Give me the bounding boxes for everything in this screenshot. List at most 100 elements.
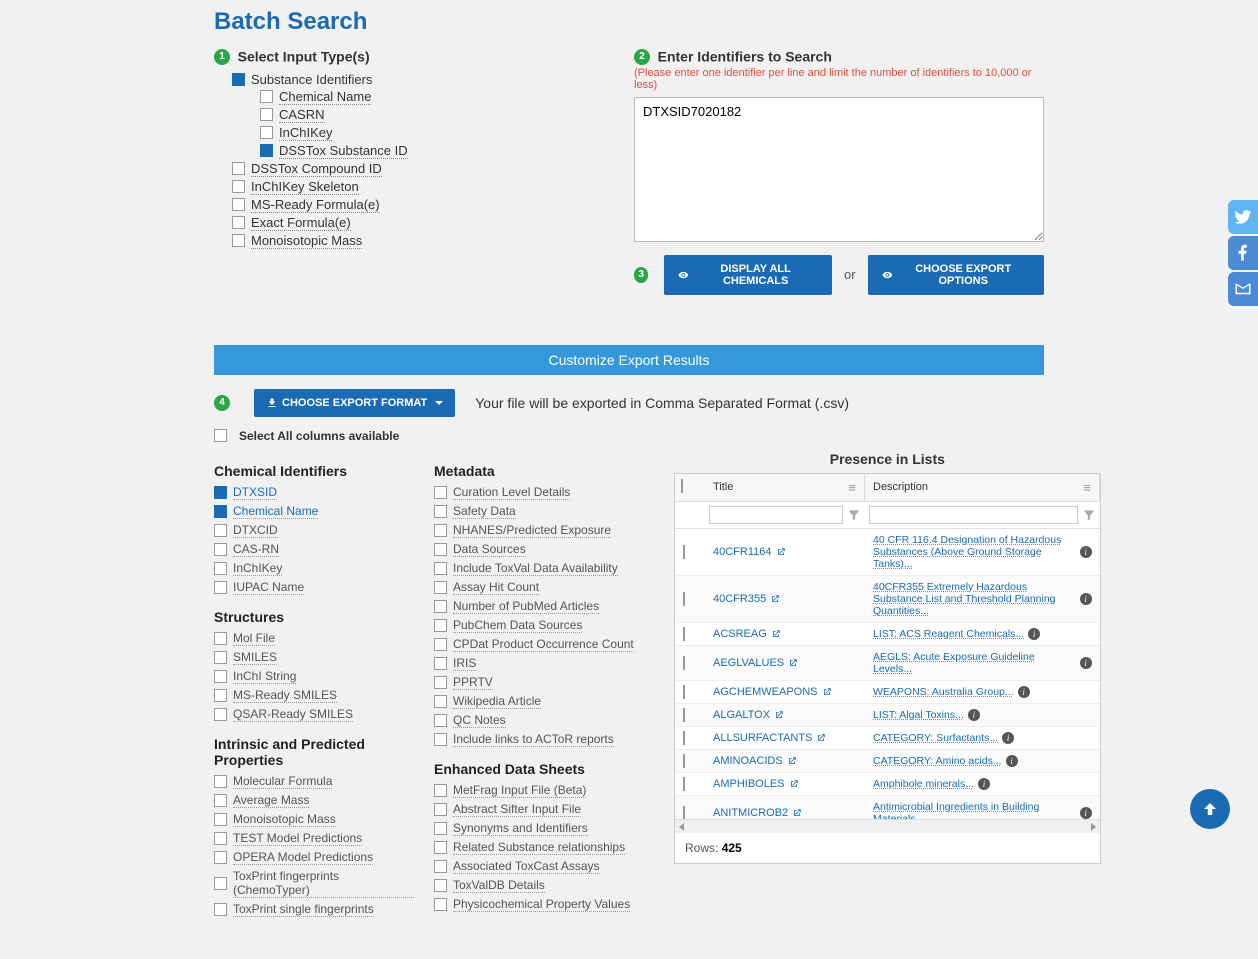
input-type-inchikey[interactable]: InChIKey: [260, 124, 594, 142]
checkbox[interactable]: [434, 657, 447, 670]
column-option[interactable]: Chemical Name: [214, 502, 414, 521]
checkbox[interactable]: [214, 651, 227, 664]
grid-row-checkbox[interactable]: [675, 588, 705, 610]
input-type-substance-identifiers[interactable]: Substance Identifiers: [232, 71, 594, 88]
column-option[interactable]: CAS-RN: [214, 540, 414, 559]
input-type-inchikey-skeleton[interactable]: InChIKey Skeleton: [232, 178, 594, 196]
grid-row-checkbox[interactable]: [675, 623, 705, 645]
checkbox[interactable]: [434, 803, 447, 816]
share-email-button[interactable]: [1228, 272, 1258, 306]
checkbox[interactable]: [214, 813, 227, 826]
column-option[interactable]: Include ToxVal Data Availability: [434, 559, 654, 578]
column-option[interactable]: Related Substance relationships: [434, 838, 654, 857]
grid-row-title[interactable]: 40CFR355: [705, 588, 865, 610]
checkbox[interactable]: [214, 670, 227, 683]
checkbox[interactable]: [214, 543, 227, 556]
grid-row-title[interactable]: AGCHEMWEAPONS: [705, 681, 865, 703]
grid-row-checkbox[interactable]: [675, 681, 705, 703]
column-option[interactable]: ToxValDB Details: [434, 876, 654, 895]
input-type-casrn[interactable]: CASRN: [260, 106, 594, 124]
checkbox[interactable]: [434, 879, 447, 892]
checkbox[interactable]: [260, 144, 273, 157]
column-option[interactable]: DTXSID: [214, 483, 414, 502]
column-option[interactable]: NHANES/Predicted Exposure: [434, 521, 654, 540]
grid-select-all-checkbox[interactable]: [675, 474, 705, 501]
select-all-columns[interactable]: Select All columns available: [214, 429, 1044, 443]
grid-row-title[interactable]: ALGALTOX: [705, 704, 865, 726]
column-option[interactable]: IUPAC Name: [214, 578, 414, 597]
grid-header-description[interactable]: Description≡: [865, 474, 1100, 501]
checkbox[interactable]: [434, 860, 447, 873]
column-option[interactable]: SMILES: [214, 648, 414, 667]
checkbox[interactable]: [232, 234, 245, 247]
info-icon[interactable]: i: [1018, 686, 1030, 698]
grid-row-title[interactable]: 40CFR1164: [705, 541, 865, 563]
grid-row-title[interactable]: AMINOACIDS: [705, 750, 865, 772]
choose-export-format-button[interactable]: CHOOSE EXPORT FORMAT: [254, 389, 455, 417]
input-type-chemical-name[interactable]: Chemical Name: [260, 88, 594, 106]
funnel-icon[interactable]: [847, 508, 861, 522]
column-option[interactable]: IRIS: [434, 654, 654, 673]
info-icon[interactable]: i: [978, 778, 990, 790]
info-icon[interactable]: i: [1080, 657, 1092, 669]
grid-row-checkbox[interactable]: [675, 802, 705, 819]
menu-icon[interactable]: ≡: [1083, 480, 1091, 495]
checkbox[interactable]: [434, 581, 447, 594]
input-type-monoisotopic-mass[interactable]: Monoisotopic Mass: [232, 232, 594, 250]
checkbox[interactable]: [214, 851, 227, 864]
column-option[interactable]: Monoisotopic Mass: [214, 810, 414, 829]
grid-row-checkbox[interactable]: [675, 652, 705, 674]
grid-filter-desc-input[interactable]: [869, 506, 1078, 524]
input-type-dsstox-substance-id[interactable]: DSSTox Substance ID: [260, 142, 594, 160]
checkbox[interactable]: [214, 524, 227, 537]
column-option[interactable]: Synonyms and Identifiers: [434, 819, 654, 838]
checkbox[interactable]: [214, 877, 227, 890]
funnel-icon[interactable]: [1082, 508, 1096, 522]
column-option[interactable]: DTXCID: [214, 521, 414, 540]
share-facebook-button[interactable]: [1228, 236, 1258, 270]
checkbox[interactable]: [434, 486, 447, 499]
grid-header-title[interactable]: Title≡: [705, 474, 865, 501]
checkbox[interactable]: [260, 90, 273, 103]
grid-row-checkbox[interactable]: [675, 750, 705, 772]
checkbox[interactable]: [232, 216, 245, 229]
grid-row-checkbox[interactable]: [675, 704, 705, 726]
checkbox[interactable]: [434, 600, 447, 613]
checkbox[interactable]: [214, 794, 227, 807]
column-option[interactable]: TEST Model Predictions: [214, 829, 414, 848]
column-option[interactable]: Average Mass: [214, 791, 414, 810]
checkbox[interactable]: [434, 619, 447, 632]
checkbox[interactable]: [232, 198, 245, 211]
checkbox[interactable]: [434, 898, 447, 911]
back-to-top-button[interactable]: [1190, 789, 1230, 829]
column-option[interactable]: Associated ToxCast Assays: [434, 857, 654, 876]
grid-horizontal-scrollbar[interactable]: [675, 819, 1100, 833]
column-option[interactable]: Physicochemical Property Values: [434, 895, 654, 914]
checkbox[interactable]: [232, 180, 245, 193]
checkbox[interactable]: [434, 841, 447, 854]
column-option[interactable]: Data Sources: [434, 540, 654, 559]
share-twitter-button[interactable]: [1228, 200, 1258, 234]
column-option[interactable]: PPRTV: [434, 673, 654, 692]
input-type-ms-ready-formula[interactable]: MS-Ready Formula(e): [232, 196, 594, 214]
column-option[interactable]: ToxPrint single fingerprints: [214, 900, 414, 919]
column-option[interactable]: Wikipedia Article: [434, 692, 654, 711]
column-option[interactable]: QC Notes: [434, 711, 654, 730]
checkbox[interactable]: [434, 822, 447, 835]
checkbox[interactable]: [214, 562, 227, 575]
column-option[interactable]: MetFrag Input File (Beta): [434, 781, 654, 800]
checkbox[interactable]: [434, 714, 447, 727]
column-option[interactable]: MS-Ready SMILES: [214, 686, 414, 705]
info-icon[interactable]: i: [968, 709, 980, 721]
grid-row-checkbox[interactable]: [675, 727, 705, 749]
checkbox[interactable]: [214, 581, 227, 594]
grid-row-checkbox[interactable]: [675, 541, 705, 563]
column-option[interactable]: Include links to ACToR reports: [434, 730, 654, 749]
checkbox[interactable]: [434, 695, 447, 708]
checkbox[interactable]: [232, 162, 245, 175]
checkbox[interactable]: [214, 708, 227, 721]
info-icon[interactable]: i: [1028, 628, 1040, 640]
input-type-dsstox-compound-id[interactable]: DSSTox Compound ID: [232, 160, 594, 178]
checkbox[interactable]: [434, 784, 447, 797]
column-option[interactable]: Mol File: [214, 629, 414, 648]
